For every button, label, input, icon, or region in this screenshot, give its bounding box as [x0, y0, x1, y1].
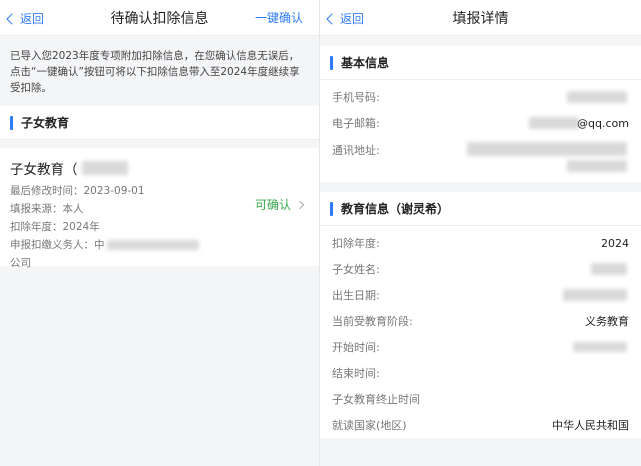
field-value: 中华人民共和国: [552, 419, 629, 432]
one-click-confirm-button[interactable]: 一键确认: [255, 0, 303, 36]
field-label: 电子邮箱:: [332, 117, 380, 130]
end-time-row: 结束时间:: [320, 360, 641, 386]
meta-label: 申报扣缴义务人：: [10, 239, 94, 251]
redacted-child-name: [81, 161, 128, 175]
deduction-card[interactable]: 子女教育（ 最后修改时间：2023-09-01 填报来源：本人 扣除年度：202…: [0, 148, 319, 269]
chevron-left-icon: [326, 12, 338, 25]
phone-row: 手机号码:: [320, 84, 641, 110]
status-can-confirm[interactable]: 可确认: [254, 196, 305, 213]
email-domain: @qq.com: [577, 116, 629, 130]
field-value: 义务教育: [585, 315, 629, 328]
import-notice: 已导入您2023年度专项附加扣除信息，在您确认信息无误后，点击“一键确认”按钮可…: [0, 36, 319, 106]
nav-bar: 返回 待确认扣除信息 一键确认: [0, 0, 319, 36]
education-stage-row: 当前受教育阶段: 义务教育: [320, 308, 641, 334]
field-label: 就读国家(地区): [332, 419, 407, 432]
redacted-start-time: [573, 342, 627, 352]
section-header-child-education: 子女教育: [0, 106, 319, 140]
card-title-text: 子女教育（: [10, 162, 78, 178]
section-accent-bar: [330, 55, 333, 70]
redacted-email: [529, 117, 579, 129]
section-accent-bar: [10, 115, 13, 130]
redacted-phone: [567, 91, 627, 103]
field-label: 开始时间:: [332, 341, 380, 354]
child-name-row: 子女姓名:: [320, 256, 641, 282]
field-label: 子女教育终止时间: [332, 393, 420, 406]
back-button[interactable]: 返回: [326, 0, 365, 36]
pending-confirm-screen: 返回 待确认扣除信息 一键确认 已导入您2023年度专项附加扣除信息，在您确认信…: [0, 0, 320, 466]
section-title: 教育信息（谢灵希）: [341, 202, 450, 216]
card-title: 子女教育（: [10, 158, 309, 178]
section-header-education: 教育信息（谢灵希）: [320, 192, 641, 226]
meta-label: 扣除年度：: [10, 221, 63, 233]
meta-row-year: 扣除年度：2024年: [10, 218, 309, 236]
meta-value: 中: [94, 239, 105, 251]
field-label: 扣除年度:: [332, 237, 380, 250]
start-time-row: 开始时间:: [320, 334, 641, 360]
redacted-child-name: [591, 263, 627, 275]
back-button[interactable]: 返回: [6, 0, 45, 36]
field-value: 2024: [601, 236, 629, 250]
basic-info-section: 基本信息 手机号码: 电子邮箱: @qq.com 通讯地址:: [320, 46, 641, 182]
meta-value: 2023-09-01: [83, 185, 145, 197]
meta-value: 2024年: [62, 221, 100, 233]
termination-time-row: 子女教育终止时间: [320, 386, 641, 412]
study-country-row: 就读国家(地区) 中华人民共和国: [320, 412, 641, 438]
section-header-basic: 基本信息: [320, 46, 641, 80]
screenshot: 返回 待确认扣除信息 一键确认 已导入您2023年度专项附加扣除信息，在您确认信…: [0, 0, 641, 466]
field-label: 出生日期:: [332, 289, 380, 302]
meta-value: 本人: [62, 203, 84, 215]
status-label: 可确认: [254, 198, 291, 212]
meta-label: 填报来源：: [10, 203, 63, 215]
chevron-right-icon: [295, 200, 305, 209]
field-label: 通讯地址:: [332, 144, 380, 157]
chevron-left-icon: [6, 12, 18, 25]
meta-row-tail: 公司: [10, 257, 31, 269]
field-label: 手机号码:: [332, 91, 380, 104]
meta-label: 最后修改时间：: [10, 185, 84, 197]
field-label: 当前受教育阶段:: [332, 315, 413, 328]
address-row: 通讯地址:: [320, 136, 641, 176]
birth-date-row: 出生日期:: [320, 282, 641, 308]
field-label: 子女姓名:: [332, 263, 380, 276]
back-label: 返回: [340, 11, 365, 26]
redacted-withholder: [106, 240, 199, 250]
deduction-year-row: 扣除年度: 2024: [320, 230, 641, 256]
section-accent-bar: [330, 201, 333, 216]
page-title: 填报详情: [452, 10, 509, 27]
filing-detail-screen: 返回 填报详情 基本信息 手机号码: 电子邮箱: @qq.com 通讯地址: 教…: [320, 0, 641, 466]
field-label: 结束时间:: [332, 367, 380, 380]
back-label: 返回: [20, 11, 45, 26]
section-title: 子女教育: [21, 116, 70, 130]
nav-bar: 返回 填报详情: [320, 0, 641, 36]
section-title: 基本信息: [341, 56, 390, 70]
redacted-address-line2: [567, 160, 627, 172]
redacted-address-line1: [467, 142, 627, 156]
email-row: 电子邮箱: @qq.com: [320, 110, 641, 136]
redacted-birth-date: [563, 289, 627, 301]
education-info-section: 教育信息（谢灵希） 扣除年度: 2024 子女姓名: 出生日期: 当前受教育阶段…: [320, 192, 641, 438]
meta-row-withholder: 申报扣缴义务人：中: [10, 236, 309, 254]
